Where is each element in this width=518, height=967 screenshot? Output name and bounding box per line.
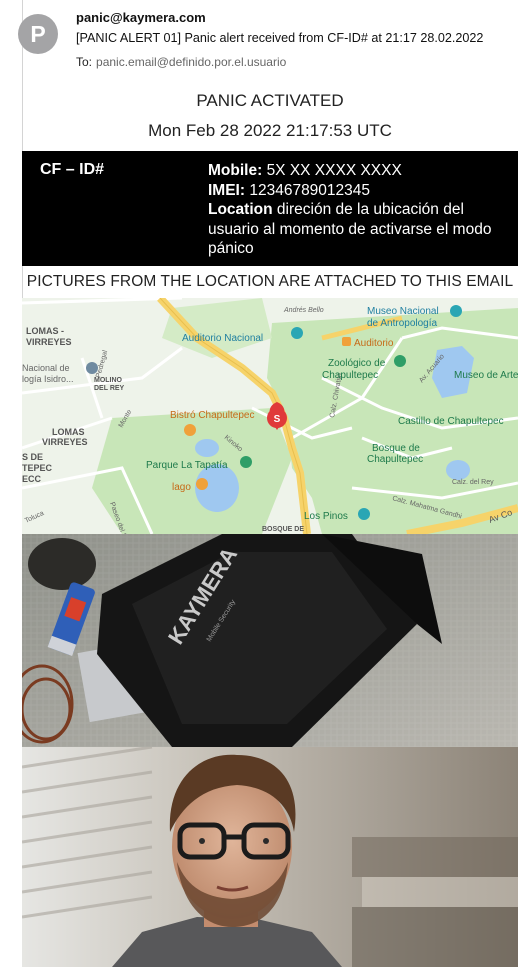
alert-title: PANIC ACTIVATED [196, 91, 344, 110]
map-label-lago: lago [172, 482, 191, 493]
map-label-parque: Parque La Tapatía [146, 460, 228, 471]
marker-letter: S [274, 414, 281, 425]
map-label-zoologico-a: Zoológico de [328, 358, 386, 369]
mobile-label: Mobile: [208, 162, 263, 179]
map-label-calz-rey: Calz. del Rey [452, 479, 494, 486]
park-icon[interactable] [240, 456, 252, 468]
map-label-lomas-2b: VIRREYES [42, 437, 88, 447]
imei-row: IMEI: 12346789012345 [208, 181, 518, 201]
map-label-bosque-b: Chapultepec [367, 454, 423, 465]
location-map[interactable]: LOMAS - VIRREYES MOLINO DEL REY LOMAS VI… [22, 298, 518, 534]
recipient-address[interactable]: panic.email@definido.por.el.usuario [96, 55, 286, 69]
map-label-sde-c: ECC [22, 474, 42, 484]
recipient-line: To: panic.email@definido.por.el.usuario [76, 55, 286, 69]
map-label-lomas-1a: LOMAS - [26, 326, 64, 336]
email-header: P panic@kaymera.com [PANIC ALERT 01] Pan… [0, 0, 518, 78]
map-label-bosque-de: BOSQUE DE [262, 526, 304, 533]
device-info-block: CF – ID# Mobile: 5X XX XXXX XXXX IMEI: 1… [22, 151, 518, 266]
auditorio-icon[interactable] [342, 337, 351, 346]
mobile-row: Mobile: 5X XX XXXX XXXX [208, 161, 518, 181]
map-label-sde-a: S DE [22, 452, 43, 462]
pictures-note: PICTURES FROM THE LOCATION ARE ATTACHED … [26, 273, 514, 290]
attached-photo-user-face[interactable] [22, 747, 518, 967]
email-subject: [PANIC ALERT 01] Panic alert received fr… [76, 31, 484, 45]
restaurant-icon-2[interactable] [196, 478, 208, 490]
left-margin [0, 0, 22, 967]
map-label-zoologico-b: Chapultepec [322, 370, 378, 381]
landmark-icon[interactable] [358, 508, 370, 520]
map-label-lomas-1b: VIRREYES [26, 337, 72, 347]
sender-avatar: P [18, 14, 58, 54]
map-label-lomas-2a: LOMAS [52, 427, 85, 437]
map-lake-4 [446, 460, 470, 480]
place-pin-icon[interactable] [86, 362, 98, 374]
map-label-museo-arte: Museo de Arte [454, 370, 518, 381]
location-label: Location [208, 201, 273, 218]
map-label-bosque-a: Bosque de [372, 443, 420, 454]
sender-address[interactable]: panic@kaymera.com [76, 10, 206, 25]
restaurant-icon[interactable] [184, 424, 196, 436]
map-label-auditorio-nacional: Auditorio Nacional [182, 333, 263, 344]
zoo-icon[interactable] [394, 355, 406, 367]
music-venue-icon[interactable] [291, 327, 303, 339]
device-details: Mobile: 5X XX XXXX XXXX IMEI: 1234678901… [208, 161, 518, 259]
map-label-castillo: Castillo de Chapultepec [398, 416, 504, 427]
map-label-museo-antro-a: Museo Nacional [367, 306, 439, 317]
cf-id-label: CF – ID# [40, 161, 105, 178]
attached-photo-device-case[interactable]: KAYMERA Mobile Security [22, 534, 518, 747]
map-label-auditorio: Auditorio [354, 338, 394, 349]
imei-label: IMEI: [208, 181, 246, 199]
imei-value: 12346789012345 [249, 181, 371, 199]
map-lake-2 [195, 439, 219, 457]
map-label-museo-antro-b: de Antropología [367, 318, 437, 329]
map-label-molino-b: DEL REY [94, 385, 125, 392]
map-label-sde-b: TEPEC [22, 463, 53, 473]
mobile-value: 5X XX XXXX XXXX [266, 162, 402, 179]
map-label-los-pinos: Los Pinos [304, 511, 348, 522]
map-label-nacional-a: Nacional de [22, 363, 70, 373]
map-label-bistro: Bistró Chapultepec [170, 410, 255, 421]
location-row: Location direción de la ubicación del us… [208, 200, 518, 259]
map-label-nacional-b: logía Isidro... [22, 374, 74, 384]
to-label: To: [76, 55, 93, 69]
museum-icon[interactable] [450, 305, 462, 317]
map-label-andres-bello: Andrés Bello [283, 307, 324, 314]
alert-datetime: Mon Feb 28 2022 21:17:53 UTC [148, 121, 392, 140]
